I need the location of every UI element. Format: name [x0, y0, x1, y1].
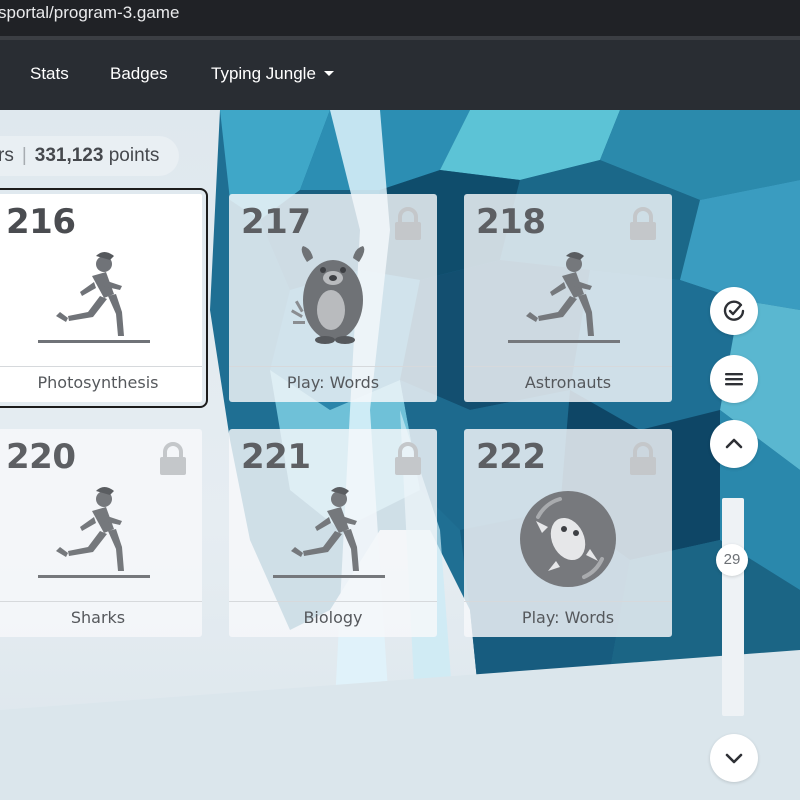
card-divider — [464, 601, 672, 602]
lock-icon — [395, 442, 421, 475]
bubble-pet-icon — [520, 491, 616, 587]
points-value: 331,123 — [34, 145, 104, 166]
url-text[interactable]: sportal/program-3.game — [0, 0, 179, 26]
points-label: points — [108, 145, 160, 166]
nav-program-dropdown[interactable]: Typing Jungle — [211, 64, 334, 84]
level-number: 217 — [241, 202, 311, 242]
check-circle-icon — [723, 300, 745, 321]
completed-filter-button[interactable] — [710, 287, 758, 335]
level-card-222[interactable]: 222 Play: Words — [464, 429, 672, 637]
level-number: 216 — [6, 202, 76, 242]
runner-icon — [38, 252, 150, 343]
menu-icon — [725, 373, 743, 386]
level-number: 222 — [476, 437, 546, 477]
nav-badges-link[interactable]: Badges — [110, 64, 168, 84]
level-scroll-track[interactable] — [722, 498, 744, 716]
summary-separator: | — [21, 145, 27, 166]
level-label: Sharks — [70, 608, 126, 627]
runner-icon — [38, 487, 150, 578]
nav-program-label: Typing Jungle — [211, 64, 316, 83]
level-label: Astronauts — [524, 373, 612, 392]
level-label: Biology — [303, 608, 363, 627]
menu-button[interactable] — [710, 355, 758, 403]
chevron-down-icon — [725, 753, 743, 764]
runner-icon — [273, 487, 385, 578]
lock-icon — [395, 207, 421, 240]
nav-stats-link[interactable]: Stats — [30, 64, 69, 84]
level-card-220[interactable]: 220 Sharks — [0, 429, 202, 637]
lock-icon — [160, 442, 186, 475]
points-summary: rs | 331,123 points — [0, 136, 180, 176]
browser-url-bar[interactable]: sportal/program-3.game — [0, 0, 800, 38]
level-card-216[interactable]: 216 Photosynthesis — [0, 188, 208, 408]
top-navbar: Stats Badges Typing Jungle — [0, 40, 800, 110]
chevron-up-icon — [725, 438, 743, 449]
card-divider — [229, 366, 437, 367]
scroll-down-button[interactable] — [710, 734, 758, 782]
card-divider — [229, 601, 437, 602]
level-label: Play: Words — [286, 373, 380, 392]
lock-icon — [630, 442, 656, 475]
stars-fragment: rs — [0, 145, 14, 166]
runner-icon — [508, 252, 620, 343]
level-card-217[interactable]: 217 Play: Words — [229, 194, 437, 402]
caret-down-icon — [323, 71, 334, 76]
card-divider — [0, 366, 202, 367]
level-card-221[interactable]: 221 Biology — [229, 429, 437, 637]
level-number: 221 — [241, 437, 311, 477]
card-divider — [464, 366, 672, 367]
level-map: rs | 331,123 points 216 Photosynthesis 217 — [0, 110, 800, 800]
level-number: 218 — [476, 202, 546, 242]
lock-icon — [630, 207, 656, 240]
level-card-218[interactable]: 218 Astronauts — [464, 194, 672, 402]
level-label: Photosynthesis — [37, 373, 159, 392]
level-scroll-thumb[interactable]: 29 — [716, 544, 748, 576]
scroll-up-button[interactable] — [710, 420, 758, 468]
level-label: Play: Words — [521, 608, 615, 627]
level-number: 220 — [6, 437, 76, 477]
bear-pet-icon — [291, 246, 365, 344]
card-divider — [0, 601, 202, 602]
